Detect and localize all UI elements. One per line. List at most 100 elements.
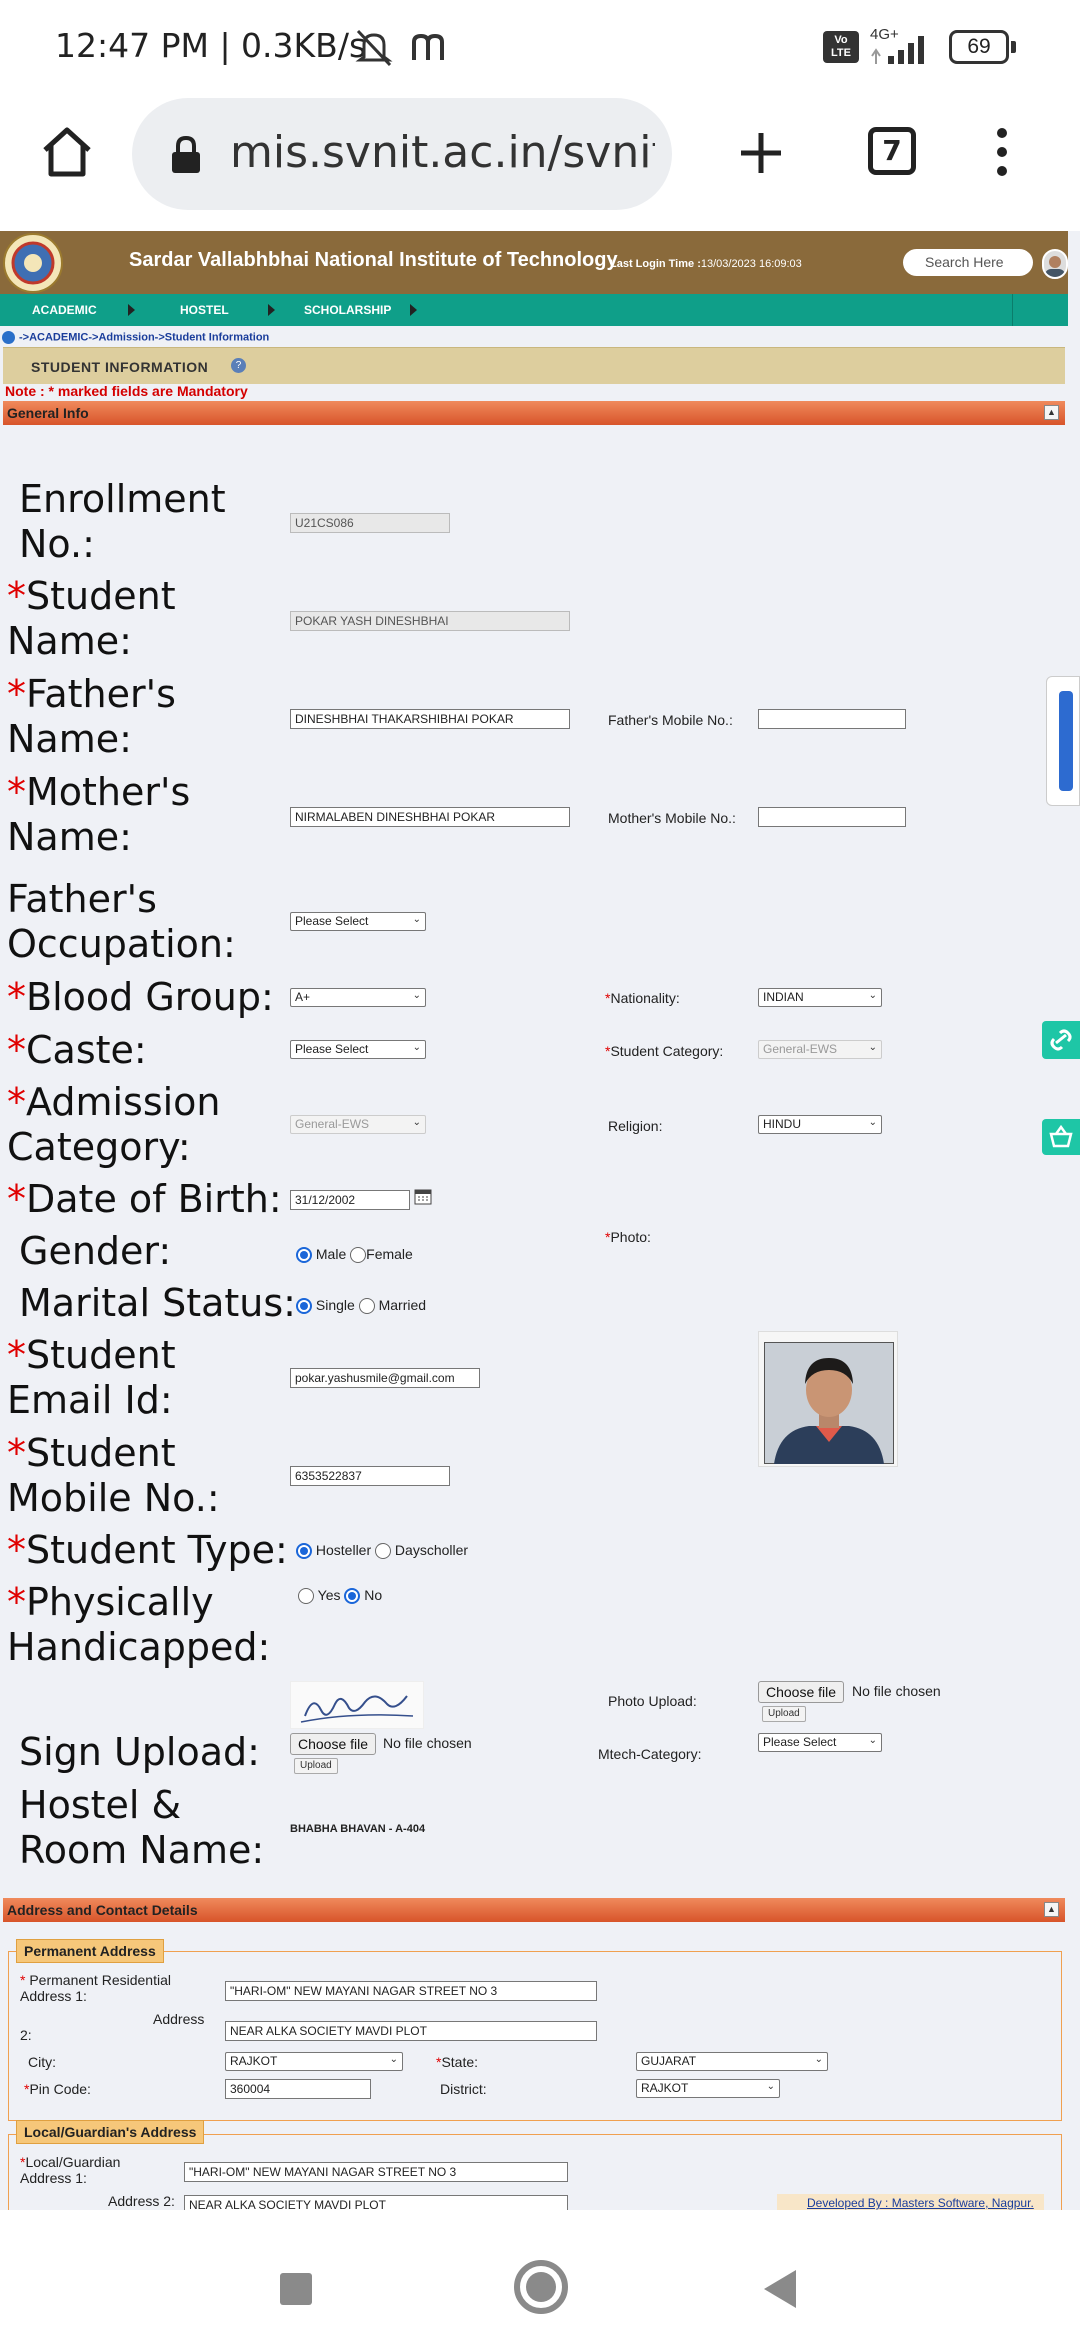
search-input[interactable]: Search Here [903,249,1033,276]
sign-upload-button[interactable]: Upload [294,1758,338,1774]
swayam-logo-icon [1059,691,1073,791]
last-login-label: Last Login Time : [610,258,701,270]
mandatory-note: Note : * marked fields are Mandatory [5,383,248,399]
perm-address1-field[interactable]: "HARI-OM" NEW MAYANI NAGAR STREET NO 3 [225,1981,597,2001]
svnit-logo-icon [3,233,63,293]
father-name-field[interactable]: DINESHBHAI THAKARSHIBHAI POKAR [290,709,570,729]
status-time: 12:47 PM | 0.3KB/s [55,26,367,65]
home-breadcrumb-icon[interactable] [2,331,15,344]
local-address2-label: Address 2: [108,2193,175,2209]
volte-icon: Vo LTE [823,31,859,63]
basket-icon [1049,1124,1073,1148]
url-text[interactable]: mis.svnit.ac.in/svnit/a [230,127,655,178]
father-occupation-label: Father's Occupation: [7,877,236,966]
student-name-label: *Student Name: [7,574,176,663]
physically-radio-group: Yes No [298,1587,382,1605]
page-title-bar: STUDENT INFORMATION ? [3,347,1065,384]
menu-hostel[interactable]: HOSTEL [180,303,229,317]
nationality-select[interactable]: INDIAN ⌄ [758,988,882,1007]
sign-no-file-text: No file chosen [383,1735,472,1751]
chevron-down-icon: ⌄ [868,1735,877,1746]
menu-scholarship[interactable]: SCHOLARSHIP [304,303,391,317]
marital-married-radio[interactable] [358,1298,375,1315]
mother-name-field[interactable]: NIRMALABEN DINESHBHAI POKAR [290,807,570,827]
share-link-button[interactable] [1042,1021,1080,1059]
more-options-icon[interactable] [992,127,1012,177]
mother-mobile-field[interactable] [758,807,906,827]
gender-female-radio[interactable] [350,1247,367,1264]
marital-status-label: Marital Status: [19,1281,296,1325]
student-type-hosteller-radio[interactable] [296,1543,312,1560]
collapse-icon[interactable]: ▲ [1044,405,1059,420]
local-address1-field[interactable]: "HARI-OM" NEW MAYANI NAGAR STREET NO 3 [184,2162,568,2182]
general-info-bar[interactable]: General Info ▲ [3,401,1065,425]
institute-name: Sardar Vallabhbhai National Institute of… [129,249,618,271]
pin-code-label: *Pin Code: [24,2081,91,2097]
swayam-side-badge[interactable] [1046,676,1080,806]
student-type-dayscholler-radio[interactable] [375,1543,392,1560]
father-mobile-field[interactable] [758,709,906,729]
chevron-down-icon: ⌄ [868,1042,877,1053]
last-login: Last Login Time :13/03/2023 16:09:03 [610,258,802,270]
perm-address2-label: Address 2: [20,2011,205,2043]
lock-icon[interactable] [168,135,204,175]
recents-button[interactable] [280,2273,312,2305]
page-title: STUDENT INFORMATION [31,359,209,375]
gender-male-radio[interactable] [296,1247,312,1264]
link-icon [1050,1029,1072,1051]
chevron-down-icon: ⌄ [412,990,421,1001]
student-category-select: General-EWS ⌄ [758,1040,882,1059]
new-tab-icon[interactable] [737,129,785,177]
physically-no-radio[interactable] [344,1588,361,1605]
district-select[interactable]: RAJKOT ⌄ [636,2079,780,2098]
dob-field[interactable]: 31/12/2002 [290,1190,410,1210]
cart-button[interactable] [1042,1119,1080,1155]
student-category-label: *Student Category: [605,1043,724,1059]
religion-select[interactable]: HINDU ⌄ [758,1115,882,1134]
hostel-room-label: Hostel & Room Name: [19,1783,265,1872]
sign-choose-file-button[interactable]: Choose file [290,1733,377,1755]
battery-tip-icon [1011,41,1016,53]
local-address2-field[interactable]: NEAR ALKA SOCIETY MAVDI PLOT [184,2195,568,2210]
back-button[interactable] [760,2268,800,2310]
mtech-category-select[interactable]: Please Select ⌄ [758,1733,882,1752]
mother-name-label: *Mother's Name: [7,770,191,859]
home-icon[interactable] [40,126,94,178]
developer-credit-link[interactable]: Developed By : Masters Software, Nagpur. [777,2194,1044,2210]
collapse-icon[interactable]: ▲ [1044,1902,1059,1917]
father-occupation-select[interactable]: Please Select ⌄ [290,912,426,931]
chevron-down-icon: ⌄ [412,1042,421,1053]
menu-academic[interactable]: ACADEMIC [32,303,97,317]
signal-icon [871,36,924,64]
breadcrumb-text[interactable]: ->ACADEMIC->Admission->Student Informati… [19,331,269,343]
tab-switcher-button[interactable]: 7 [868,127,916,175]
marital-single-radio[interactable] [296,1298,312,1315]
state-select[interactable]: GUJARAT ⌄ [636,2052,828,2071]
pin-code-field[interactable]: 360004 [225,2079,371,2099]
student-type-label: *Student Type: [7,1528,288,1572]
avatar[interactable] [1042,249,1068,279]
calendar-icon[interactable] [414,1187,432,1205]
help-icon[interactable]: ? [231,358,246,373]
email-field[interactable]: pokar.yashusmile@gmail.com [290,1368,480,1388]
address-section-bar[interactable]: Address and Contact Details ▲ [3,1898,1065,1922]
signature-preview [290,1681,424,1729]
caste-select[interactable]: Please Select ⌄ [290,1040,426,1059]
email-label: *Student Email Id: [7,1333,176,1422]
mute-bell-icon [355,29,393,67]
physically-yes-radio[interactable] [298,1588,314,1605]
city-select[interactable]: RAJKOT ⌄ [225,2052,403,2071]
blood-group-select[interactable]: A+ ⌄ [290,988,426,1007]
student-photo-image [764,1342,894,1464]
home-nav-button[interactable] [514,2260,568,2314]
gender-radio-group: Male Female [296,1246,413,1264]
photo-upload-button[interactable]: Upload [762,1706,806,1722]
mobile-field[interactable]: 6353522837 [290,1466,450,1486]
mother-mobile-label: Mother's Mobile No.: [608,810,736,826]
android-nav-bar [0,2210,1080,2340]
blood-group-label: *Blood Group: [7,975,274,1019]
caste-label: *Caste: [7,1028,147,1072]
perm-address2-field[interactable]: NEAR ALKA SOCIETY MAVDI PLOT [225,2021,597,2041]
photo-choose-file-button[interactable]: Choose file [758,1681,845,1703]
chevron-down-icon: ⌄ [766,2081,775,2092]
